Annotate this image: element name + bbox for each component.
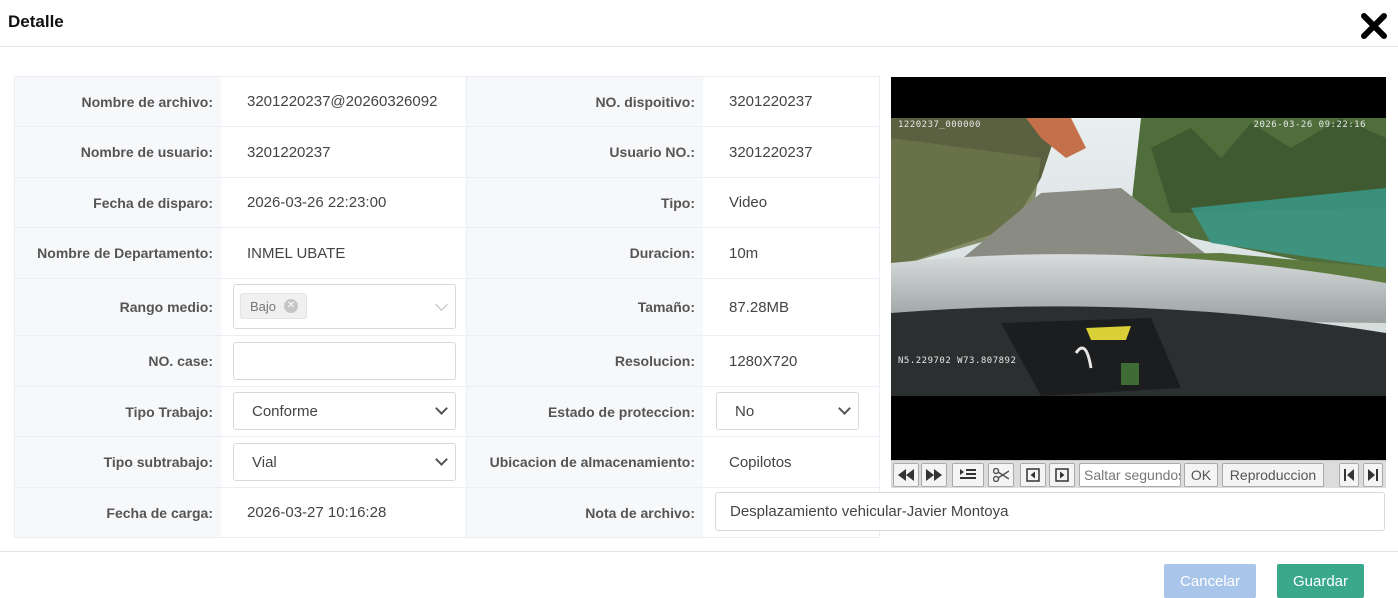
label-nota-archivo: Nota de archivo: (467, 488, 703, 537)
value-nombre-usuario: 3201220237 (221, 127, 467, 177)
label-tipo-subtrabajo: Tipo subtrabajo: (15, 437, 221, 487)
label-duracion: Duracion: (467, 228, 703, 278)
fast-forward-icon[interactable] (921, 463, 947, 487)
frame-forward-icon[interactable] (1049, 463, 1075, 487)
rewind-icon[interactable] (893, 463, 919, 487)
label-rango-medio: Rango medio: (15, 279, 221, 335)
label-tamano: Tamaño: (467, 279, 703, 335)
chevron-down-icon (435, 453, 448, 466)
value-departamento: INMEL UBATE (221, 228, 467, 278)
player-controls: Saltar segundos OK Reproduccion (891, 460, 1386, 488)
skip-end-icon[interactable] (1363, 463, 1383, 487)
value-tipo-trabajo: Conforme (221, 387, 467, 436)
tipo-subtrabajo-select[interactable]: Vial (233, 443, 456, 481)
label-no-case: NO. case: (15, 336, 221, 386)
label-departamento: Nombre de Departamento: (15, 228, 221, 278)
estado-proteccion-selected: No (735, 402, 755, 420)
label-tipo: Tipo: (467, 178, 703, 227)
value-fecha-carga: 2026-03-27 10:16:28 (221, 488, 467, 537)
chevron-down-icon (435, 297, 448, 311)
estado-proteccion-select[interactable]: No (716, 392, 859, 430)
label-tipo-trabajo: Tipo Trabajo: (15, 387, 221, 436)
playback-button[interactable]: Reproduccion (1222, 463, 1324, 487)
scissors-icon[interactable] (988, 463, 1014, 487)
label-fecha-carga: Fecha de carga: (15, 488, 221, 537)
close-icon[interactable] (1360, 11, 1388, 41)
table-row: Tipo Trabajo: Conforme Estado de protecc… (15, 387, 879, 437)
table-row: Rango medio: Bajo ✕ Tamaño: 87.28MB (15, 279, 879, 336)
ok-button[interactable]: OK (1184, 463, 1218, 487)
rango-medio-select[interactable]: Bajo ✕ (233, 284, 456, 329)
table-row: Fecha de disparo: 2026-03-26 22:23:00 Ti… (15, 178, 879, 228)
dialog-header: Detalle (0, 0, 1398, 47)
osd-camera-id: 1220237_000000 (898, 120, 981, 130)
dialog-title: Detalle (8, 12, 64, 31)
save-button[interactable]: Guardar (1277, 564, 1364, 598)
rango-medio-tag: Bajo ✕ (240, 293, 308, 319)
value-tamano: 87.28MB (703, 279, 879, 335)
nota-archivo-input[interactable]: Desplazamiento vehicular-Javier Montoya (715, 492, 1385, 531)
tipo-trabajo-selected: Conforme (252, 402, 318, 420)
value-rango-medio: Bajo ✕ (221, 279, 467, 335)
value-ubicacion: Copilotos (703, 437, 879, 487)
value-no-dispositivo: 3201220237 (703, 77, 879, 126)
label-fecha-disparo: Fecha de disparo: (15, 178, 221, 227)
playlist-icon[interactable] (952, 463, 984, 487)
seek-seconds-input[interactable]: Saltar segundos (1079, 463, 1181, 487)
label-resolucion: Resolucion: (467, 336, 703, 386)
value-resolucion: 1280X720 (703, 336, 879, 386)
label-usuario-no: Usuario NO.: (467, 127, 703, 177)
label-nombre-archivo: Nombre de archivo: (15, 77, 221, 126)
value-tipo: Video (703, 178, 879, 227)
frame-back-icon[interactable] (1020, 463, 1046, 487)
osd-coordinates: N5.229702 W73.807892 (898, 356, 1017, 366)
chevron-down-icon (838, 402, 851, 415)
value-duracion: 10m (703, 228, 879, 278)
value-nombre-archivo: 3201220237@20260326092 (221, 77, 467, 126)
tipo-trabajo-select[interactable]: Conforme (233, 392, 456, 430)
video-player[interactable]: 1220237_000000 2026-03-26 09:22:16 N5.22… (891, 77, 1386, 460)
value-no-case (221, 336, 467, 386)
cancel-button[interactable]: Cancelar (1164, 564, 1256, 598)
value-usuario-no: 3201220237 (703, 127, 879, 177)
osd-timestamp: 2026-03-26 09:22:16 (1253, 120, 1366, 130)
value-estado-proteccion: No (703, 387, 879, 436)
label-estado-proteccion: Estado de proteccion: (467, 387, 703, 436)
table-row: Nombre de Departamento: INMEL UBATE Dura… (15, 228, 879, 279)
tag-label: Bajo (250, 298, 277, 314)
detail-table: Nombre de archivo: 3201220237@2026032609… (14, 76, 880, 538)
label-ubicacion: Ubicacion de almacenamiento: (467, 437, 703, 487)
label-no-dispositivo: NO. dispoitivo: (467, 77, 703, 126)
no-case-input[interactable] (233, 342, 456, 380)
tipo-subtrabajo-selected: Vial (252, 453, 277, 471)
tag-remove-icon[interactable]: ✕ (284, 299, 299, 313)
chevron-down-icon (435, 402, 448, 415)
video-frame (891, 118, 1386, 396)
skip-start-icon[interactable] (1339, 463, 1359, 487)
table-row: Tipo subtrabajo: Vial Ubicacion de almac… (15, 437, 879, 488)
table-row: Nombre de usuario: 3201220237 Usuario NO… (15, 127, 879, 178)
table-row: NO. case: Resolucion: 1280X720 (15, 336, 879, 387)
value-tipo-subtrabajo: Vial (221, 437, 467, 487)
label-nombre-usuario: Nombre de usuario: (15, 127, 221, 177)
table-row: Nombre de archivo: 3201220237@2026032609… (15, 77, 879, 127)
value-fecha-disparo: 2026-03-26 22:23:00 (221, 178, 467, 227)
